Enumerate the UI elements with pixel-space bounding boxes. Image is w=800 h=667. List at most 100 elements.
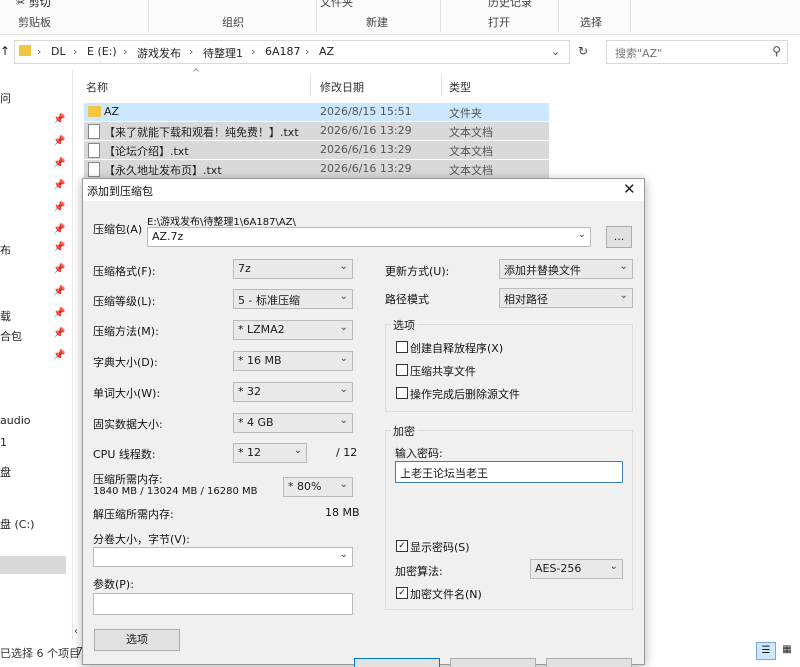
breadcrumb-6a187[interactable]: 6A187 — [265, 45, 301, 58]
nav-item[interactable]: 1 — [0, 436, 7, 449]
file-row[interactable]: 【来了就能下载和观看！纯免费！】.txt 2026/6/16 13:29 文本文… — [84, 122, 549, 140]
sfx-checkbox[interactable] — [396, 341, 408, 353]
breadcrumb-games[interactable]: 游戏发布 — [137, 45, 181, 61]
file-date: 2026/6/16 13:29 — [320, 162, 412, 175]
dictionary-value: * 16 MB — [238, 354, 282, 367]
folder-icon — [88, 106, 101, 117]
show-password-checkbox[interactable]: ✓ — [396, 540, 408, 552]
format-select[interactable]: 7z ⌄ — [233, 259, 353, 279]
options-group-title: 选项 — [391, 317, 417, 333]
nav-item[interactable]: audio — [0, 414, 30, 427]
search-input[interactable]: 搜索"AZ" ⚲ — [606, 40, 788, 64]
memory-percent-select[interactable]: * 80% ⌄ — [283, 477, 353, 497]
archive-label: 压缩包(A) — [93, 223, 143, 236]
pin-icon[interactable]: 📌 — [53, 350, 65, 361]
update-mode-value: 添加并替换文件 — [504, 264, 581, 277]
path-mode-value: 相对路径 — [504, 293, 548, 306]
new-group-label: 新建 — [366, 16, 388, 29]
nav-item[interactable]: 载 — [0, 308, 11, 324]
open-group-label: 打开 — [488, 16, 510, 29]
chevron-down-icon: ⌄ — [293, 445, 302, 456]
password-input[interactable]: 上老王论坛当老王 — [395, 461, 623, 483]
scroll-left-icon[interactable]: ‹ — [74, 626, 78, 637]
cut-button[interactable]: ✂ 剪切 — [16, 0, 51, 10]
nav-item-drive-c[interactable]: 盘 (C:) — [0, 516, 34, 532]
pin-icon[interactable]: 📌 — [53, 136, 65, 147]
archive-path: E:\游戏发布\待整理1\6A187\AZ\ — [147, 217, 296, 228]
pin-icon[interactable]: 📌 — [53, 114, 65, 125]
format-label: 压缩格式(F): — [93, 265, 156, 278]
method-select[interactable]: * LZMA2 ⌄ — [233, 320, 353, 340]
update-mode-select[interactable]: 添加并替换文件 ⌄ — [499, 259, 633, 279]
volume-size-combo[interactable]: ⌄ — [93, 547, 353, 567]
address-bar[interactable]: › DL › E (E:) › 游戏发布 › 待整理1 › 6A187 › AZ… — [14, 40, 570, 64]
nav-item[interactable]: 布 — [0, 242, 11, 258]
threads-select[interactable]: * 12 ⌄ — [233, 443, 307, 463]
chevron-down-icon: ⌄ — [609, 561, 618, 572]
file-name: 【永久地址发布页】.txt — [104, 164, 222, 177]
encryption-method-select[interactable]: AES-256 ⌄ — [530, 559, 623, 579]
file-row[interactable]: 【永久地址发布页】.txt 2026/6/16 13:29 文本文档 — [84, 160, 549, 178]
pin-icon[interactable]: 📌 — [53, 180, 65, 191]
history-button[interactable]: 历史记录 — [488, 0, 532, 10]
pin-icon[interactable]: 📌 — [53, 242, 65, 253]
pin-icon[interactable]: 📌 — [53, 286, 65, 297]
sfx-label[interactable]: 创建自释放程序(X) — [410, 340, 503, 356]
threads-total: / 12 — [336, 446, 358, 459]
ribbon-partial-label: 文件夹 — [320, 0, 353, 9]
delete-after-checkbox[interactable] — [396, 387, 408, 399]
level-select[interactable]: 5 - 标准压缩 ⌄ — [233, 289, 353, 309]
breadcrumb-separator: › — [37, 45, 42, 58]
show-password-label[interactable]: 显示密码(S) — [410, 539, 470, 555]
nav-item[interactable]: 盘 — [0, 464, 11, 480]
breadcrumb-dl[interactable]: DL — [51, 45, 66, 58]
memory-label: 压缩所需内存: — [93, 473, 163, 486]
pin-icon[interactable]: 📌 — [53, 202, 65, 213]
archive-name-combo[interactable]: AZ.7z ⌄ — [147, 227, 591, 247]
breadcrumb-separator: › — [251, 45, 256, 58]
close-icon[interactable]: ✕ — [623, 180, 636, 198]
nav-item[interactable]: 问 — [0, 90, 11, 106]
nav-selected-item[interactable] — [0, 556, 66, 574]
refresh-icon[interactable]: ↻ — [578, 44, 588, 58]
breadcrumb-pending[interactable]: 待整理1 — [203, 45, 243, 61]
pin-icon[interactable]: 📌 — [53, 158, 65, 169]
file-row[interactable]: 【论坛介绍】.txt 2026/6/16 13:29 文本文档 — [84, 141, 549, 159]
file-row[interactable]: AZ 2026/8/15 15:51 文件夹 — [84, 103, 549, 121]
dictionary-select[interactable]: * 16 MB ⌄ — [233, 351, 353, 371]
breadcrumb-az[interactable]: AZ — [319, 45, 334, 58]
pin-icon[interactable]: 📌 — [53, 224, 65, 235]
address-bar-row: ↑ › DL › E (E:) › 游戏发布 › 待整理1 › 6A187 › … — [0, 36, 800, 66]
solid-block-select[interactable]: * 4 GB ⌄ — [233, 413, 353, 433]
details-view-icon[interactable]: ☰ — [756, 642, 776, 660]
pin-icon[interactable]: 📌 — [53, 264, 65, 275]
path-mode-label: 路径模式 — [385, 293, 429, 306]
shared-files-label[interactable]: 压缩共享文件 — [410, 363, 476, 379]
encrypt-names-checkbox[interactable]: ✓ — [396, 587, 408, 599]
column-header-type[interactable]: 类型 — [449, 79, 471, 95]
encrypt-names-label[interactable]: 加密文件名(N) — [410, 586, 482, 602]
options-button[interactable]: 选项 — [94, 629, 180, 651]
divider — [316, 0, 317, 32]
file-date: 2026/6/16 13:29 — [320, 124, 412, 137]
column-header-name[interactable]: 名称 — [86, 79, 108, 95]
column-header-date[interactable]: 修改日期 — [320, 79, 364, 95]
solid-block-label: 固实数据大小: — [93, 418, 163, 431]
pin-icon[interactable]: 📌 — [53, 328, 65, 339]
browse-button[interactable]: ... — [606, 226, 632, 248]
nav-item[interactable]: 合包 — [0, 328, 22, 344]
file-date: 2026/8/15 15:51 — [320, 105, 412, 118]
up-arrow-icon[interactable]: ↑ — [0, 44, 10, 58]
method-value: * LZMA2 — [238, 323, 285, 336]
shared-files-checkbox[interactable] — [396, 364, 408, 376]
word-size-select[interactable]: * 32 ⌄ — [233, 382, 353, 402]
breadcrumb-drive[interactable]: E (E:) — [87, 45, 117, 58]
parameters-input[interactable] — [93, 593, 353, 615]
delete-after-label[interactable]: 操作完成后删除源文件 — [410, 386, 520, 402]
chevron-down-icon[interactable]: ⌄ — [551, 45, 560, 58]
path-mode-select[interactable]: 相对路径 ⌄ — [499, 288, 633, 308]
dialog-title: 添加到压缩包 — [87, 185, 153, 198]
pin-icon[interactable]: 📌 — [53, 308, 65, 319]
large-icons-view-icon[interactable]: ▦ — [778, 642, 796, 658]
chevron-down-icon: ⌄ — [577, 229, 586, 240]
